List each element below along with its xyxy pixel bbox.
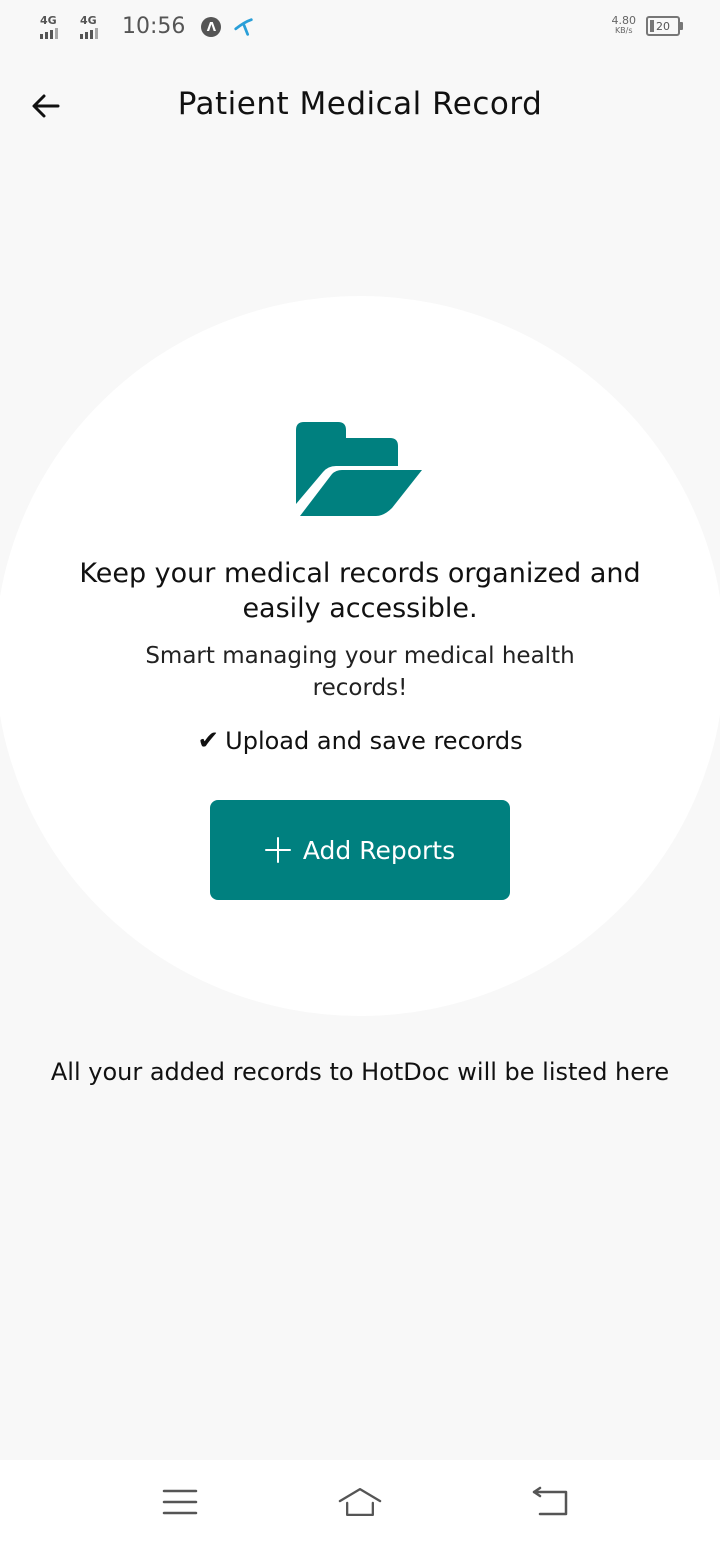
status-bar: 4G 4G 10:56 Λ 4.80 KB/s 20 [0, 0, 720, 56]
status-right: 4.80 KB/s 20 [611, 14, 683, 36]
page-title: Patient Medical Record [177, 86, 543, 122]
hero-headline: Keep your medical records organized and … [79, 558, 641, 624]
folder-open-icon [296, 422, 422, 516]
checkmark-icon: ✔ [197, 726, 220, 756]
add-reports-button[interactable]: Add Reports [210, 800, 510, 900]
status-left: 4G 4G 10:56 Λ [40, 14, 255, 39]
feature-item: ✔ Upload and save records [0, 726, 720, 756]
empty-state-note: All your added records to HotDoc will be… [50, 1058, 670, 1086]
status-time: 10:56 [122, 14, 186, 39]
add-reports-label: Add Reports [302, 835, 456, 865]
signal-icon: 4G [40, 15, 72, 39]
network-type: 4G [40, 13, 57, 27]
back-icon [532, 1486, 568, 1516]
net-speed: 4.80 KB/s [611, 14, 637, 35]
signal-icon: 4G [80, 15, 112, 39]
app-bar: Patient Medical Record [0, 56, 720, 160]
notification-app-icon [234, 17, 254, 36]
home-icon [338, 1488, 382, 1516]
battery-level: 20 [656, 19, 670, 33]
plus-icon [264, 837, 291, 863]
system-back-button[interactable] [528, 1480, 572, 1524]
home-button[interactable] [338, 1480, 382, 1524]
menu-icon [162, 1489, 198, 1515]
network-type: 4G [80, 13, 97, 27]
battery-icon: 20 [646, 16, 683, 36]
hero-subline: Smart managing your medical health recor… [145, 643, 575, 701]
notification-app-icon: Λ [201, 16, 222, 37]
feature-text: Upload and save records [225, 727, 523, 755]
system-nav-bar [0, 1460, 720, 1544]
menu-button[interactable] [158, 1480, 202, 1524]
